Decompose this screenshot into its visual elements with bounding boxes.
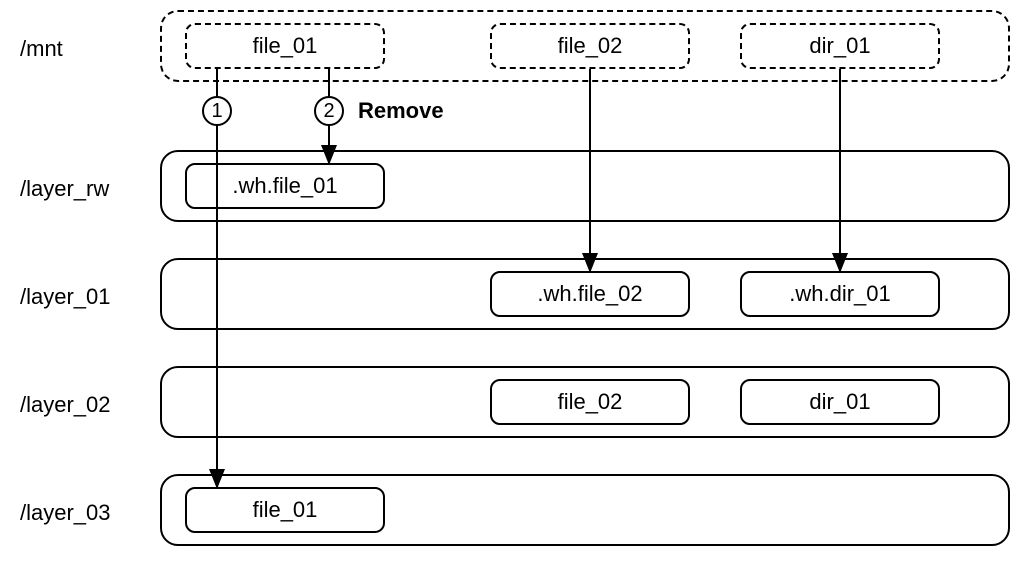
row-label-rw: /layer_rw xyxy=(0,176,150,202)
step-2-badge: 2 xyxy=(314,96,344,126)
row-label-l01: /layer_01 xyxy=(0,284,150,310)
file-l02-file02: file_02 xyxy=(490,379,690,425)
step-1-badge: 1 xyxy=(202,96,232,126)
file-mnt-dir01: dir_01 xyxy=(740,23,940,69)
row-label-l03: /layer_03 xyxy=(0,500,150,526)
file-mnt-file02: file_02 xyxy=(490,23,690,69)
file-l01-whdir01: .wh.dir_01 xyxy=(740,271,940,317)
file-l01-whfile02: .wh.file_02 xyxy=(490,271,690,317)
file-l03-file01: file_01 xyxy=(185,487,385,533)
file-l02-dir01: dir_01 xyxy=(740,379,940,425)
row-label-mnt: /mnt xyxy=(0,36,150,62)
annotation-remove: Remove xyxy=(358,98,444,124)
file-mnt-file01: file_01 xyxy=(185,23,385,69)
file-rw-whfile01: .wh.file_01 xyxy=(185,163,385,209)
row-label-l02: /layer_02 xyxy=(0,392,150,418)
